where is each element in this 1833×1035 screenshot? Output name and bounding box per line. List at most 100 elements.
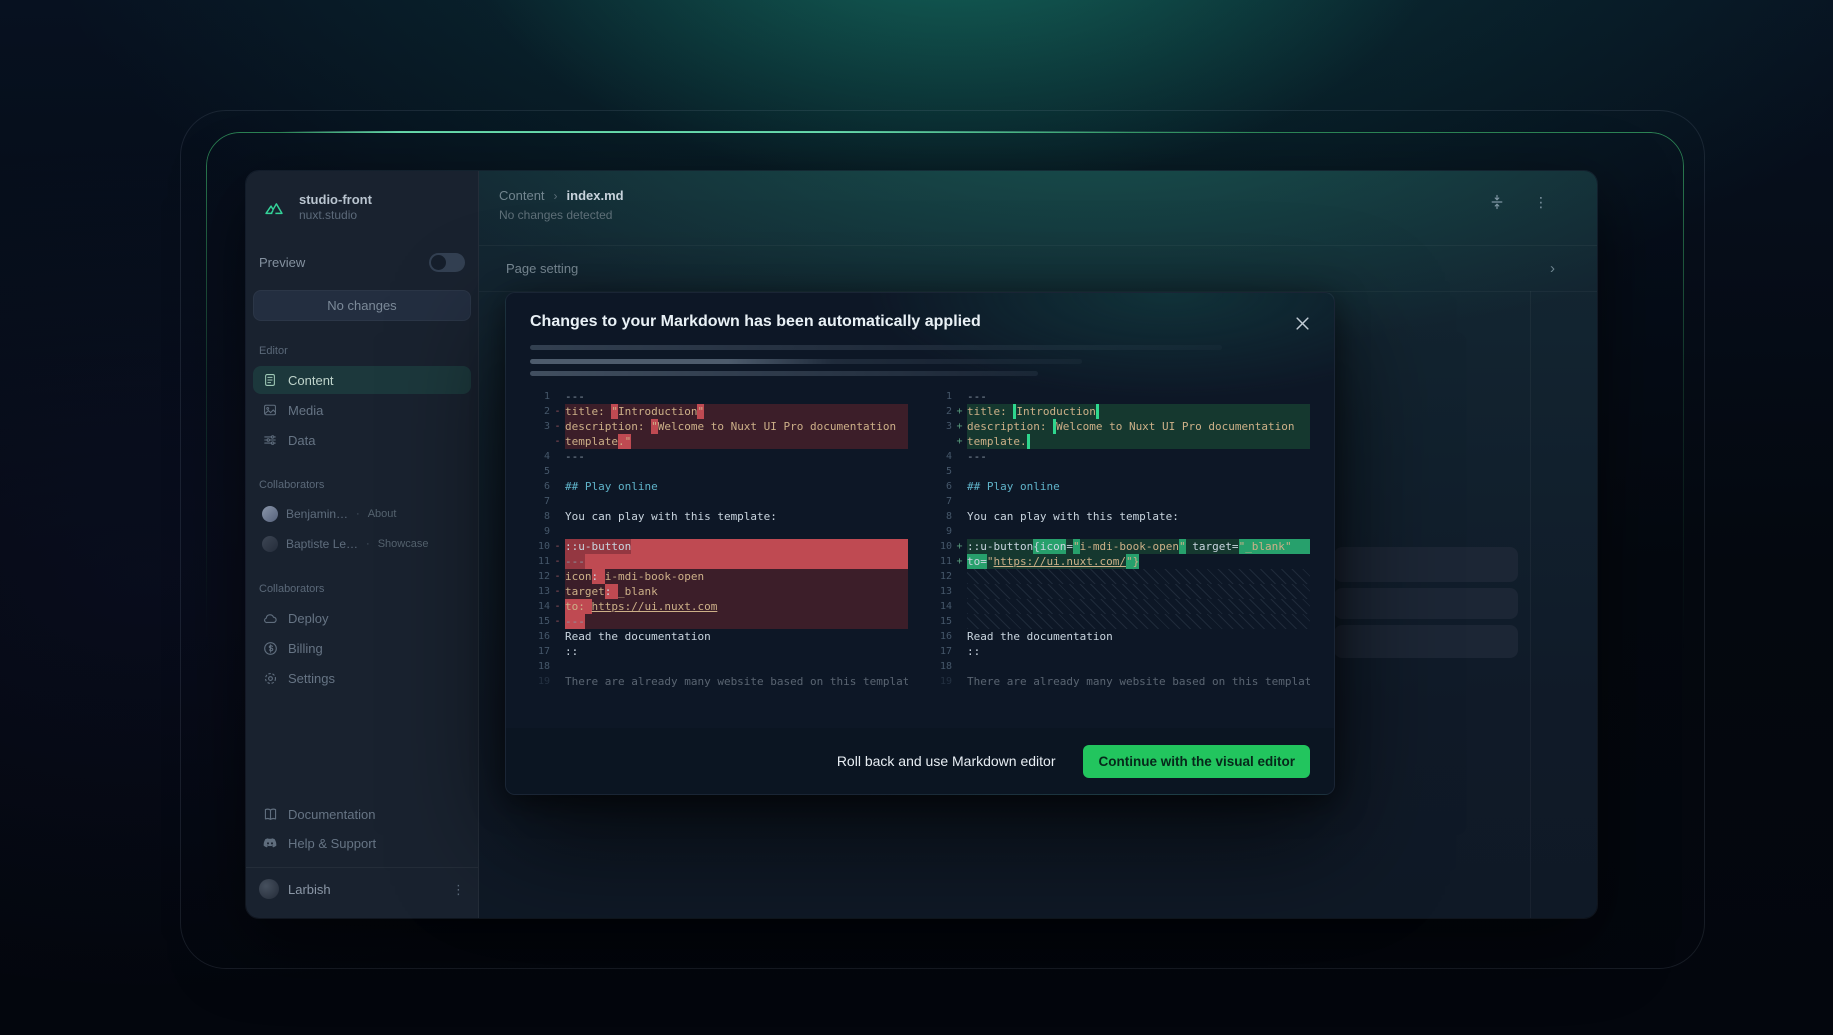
sidebar-item-label: Help & Support <box>288 836 376 851</box>
page-setting-row[interactable]: Page setting › <box>479 246 1597 292</box>
insertion-marker <box>1096 404 1099 419</box>
diff-row: 7 <box>530 494 908 509</box>
diff-row: 9 <box>530 524 908 539</box>
diff-row: 2-title: "Introduction" <box>530 404 908 419</box>
dialog-header: Changes to your Markdown has been automa… <box>506 293 1334 376</box>
discord-icon <box>262 835 278 851</box>
sidebar-item-label: Data <box>288 433 315 448</box>
diff-row: 2+title: Introduction <box>932 404 1310 419</box>
collaborator-name: Baptiste Le… <box>286 537 358 551</box>
kebab-menu-icon[interactable]: ⋮ <box>452 883 465 896</box>
sidebar-item-documentation[interactable]: Documentation <box>253 800 471 828</box>
decorative-top-glow-line <box>280 131 1280 133</box>
diff-row: 4--- <box>932 449 1310 464</box>
sidebar-item-label: Content <box>288 373 334 388</box>
user-name: Larbish <box>288 882 331 897</box>
diff-row: 15 <box>932 614 1310 629</box>
diff-row: 10+::u-button{icon="i-mdi-book-open" tar… <box>932 539 1310 554</box>
preview-label: Preview <box>259 255 305 270</box>
insertion-marker <box>1027 434 1030 449</box>
diff-row: 9 <box>932 524 1310 539</box>
sidebar-item-help-support[interactable]: Help & Support <box>253 829 471 857</box>
sidebar-item-label: Billing <box>288 641 323 656</box>
diff-row: 16Read the documentation <box>530 629 908 644</box>
avatar <box>262 536 278 552</box>
sidebar-item-label: Documentation <box>288 807 375 822</box>
preview-toggle[interactable] <box>429 253 465 272</box>
dollar-circle-icon <box>262 640 278 656</box>
diff-row: 17:: <box>932 644 1310 659</box>
diff-row: 3+description: Welcome to Nuxt UI Pro do… <box>932 419 1310 434</box>
diff-row: 1--- <box>530 389 908 404</box>
sidebar: studio-front nuxt.studio Preview No chan… <box>246 171 479 918</box>
diff-row: 5 <box>932 464 1310 479</box>
collaborator-row[interactable]: Benjamin… · About <box>253 501 471 527</box>
chevron-right-icon: › <box>554 189 558 203</box>
skeleton-line <box>530 359 1082 364</box>
diff-row: 18 <box>530 659 908 674</box>
divider <box>1530 291 1531 918</box>
collapse-import-icon[interactable] <box>1487 192 1507 212</box>
breadcrumb-parent[interactable]: Content <box>499 188 545 203</box>
section-label-project: Collaborators <box>259 583 465 595</box>
sidebar-item-settings[interactable]: Settings <box>253 664 471 692</box>
project-header[interactable]: studio-front nuxt.studio <box>259 191 465 223</box>
diff-row: 4--- <box>530 449 908 464</box>
section-label-collaborators: Collaborators <box>259 479 465 491</box>
diff-row: 17:: <box>530 644 908 659</box>
sidebar-item-content[interactable]: Content <box>253 366 471 394</box>
sidebar-item-data[interactable]: Data <box>253 426 471 454</box>
skeleton-line <box>530 345 1222 350</box>
diff-row: 6## Play online <box>932 479 1310 494</box>
rollback-button[interactable]: Roll back and use Markdown editor <box>835 747 1058 775</box>
sliders-icon <box>262 432 278 448</box>
diff-row: 8You can play with this template: <box>932 509 1310 524</box>
breadcrumb-current: index.md <box>567 188 624 203</box>
collaborator-page: About <box>368 508 397 520</box>
sidebar-item-deploy[interactable]: Deploy <box>253 604 471 632</box>
cloud-icon <box>262 610 278 626</box>
book-icon <box>262 806 278 822</box>
diff-row: 10-::u-button <box>530 539 908 554</box>
changes-status: No changes detected <box>499 208 624 222</box>
dialog-title: Changes to your Markdown has been automa… <box>530 312 1310 332</box>
markdown-changes-dialog: Changes to your Markdown has been automa… <box>505 292 1335 795</box>
gear-icon <box>262 670 278 686</box>
continue-visual-editor-button[interactable]: Continue with the visual editor <box>1083 745 1310 778</box>
diff-row: 7 <box>932 494 1310 509</box>
diff-row: 16Read the documentation <box>932 629 1310 644</box>
toggle-knob <box>431 255 446 270</box>
diff-row: -template." <box>530 434 908 449</box>
diff-row: 6## Play online <box>530 479 908 494</box>
markdown-diff-view: 1---2-title: "Introduction"3-description… <box>506 376 1334 727</box>
skeleton-bar <box>1334 625 1518 658</box>
background-skeleton-panel <box>1334 547 1518 658</box>
diff-row: 18 <box>932 659 1310 674</box>
project-name: studio-front <box>299 191 372 208</box>
skeleton-line <box>530 371 1038 376</box>
collaborator-row[interactable]: Baptiste Le… · Showcase <box>253 531 471 557</box>
sidebar-item-media[interactable]: Media <box>253 396 471 424</box>
diff-row: 13-target: _blank <box>530 584 908 599</box>
close-icon[interactable] <box>1288 309 1316 337</box>
diff-row: 14 <box>932 599 1310 614</box>
user-avatar <box>259 879 279 899</box>
separator-dot: · <box>366 538 370 550</box>
image-icon <box>262 402 278 418</box>
sidebar-item-billing[interactable]: Billing <box>253 634 471 662</box>
diff-row: 5 <box>530 464 908 479</box>
skeleton-bar <box>1334 547 1518 582</box>
avatar <box>262 506 278 522</box>
user-menu[interactable]: Larbish ⋮ <box>253 868 471 910</box>
separator-dot: · <box>356 508 360 520</box>
diff-row: 12 <box>932 569 1310 584</box>
collaborator-page: Showcase <box>378 538 429 550</box>
diff-row: 8You can play with this template: <box>530 509 908 524</box>
page-setting-label: Page setting <box>506 261 578 276</box>
sidebar-item-label: Media <box>288 403 323 418</box>
diff-row: 3-description: "Welcome to Nuxt UI Pro d… <box>530 419 908 434</box>
no-changes-button[interactable]: No changes <box>253 290 471 321</box>
diff-row: 11---- <box>530 554 908 569</box>
kebab-menu-icon[interactable]: ⋮ <box>1531 192 1551 212</box>
diff-row: 19There are already many website based o… <box>530 674 908 689</box>
